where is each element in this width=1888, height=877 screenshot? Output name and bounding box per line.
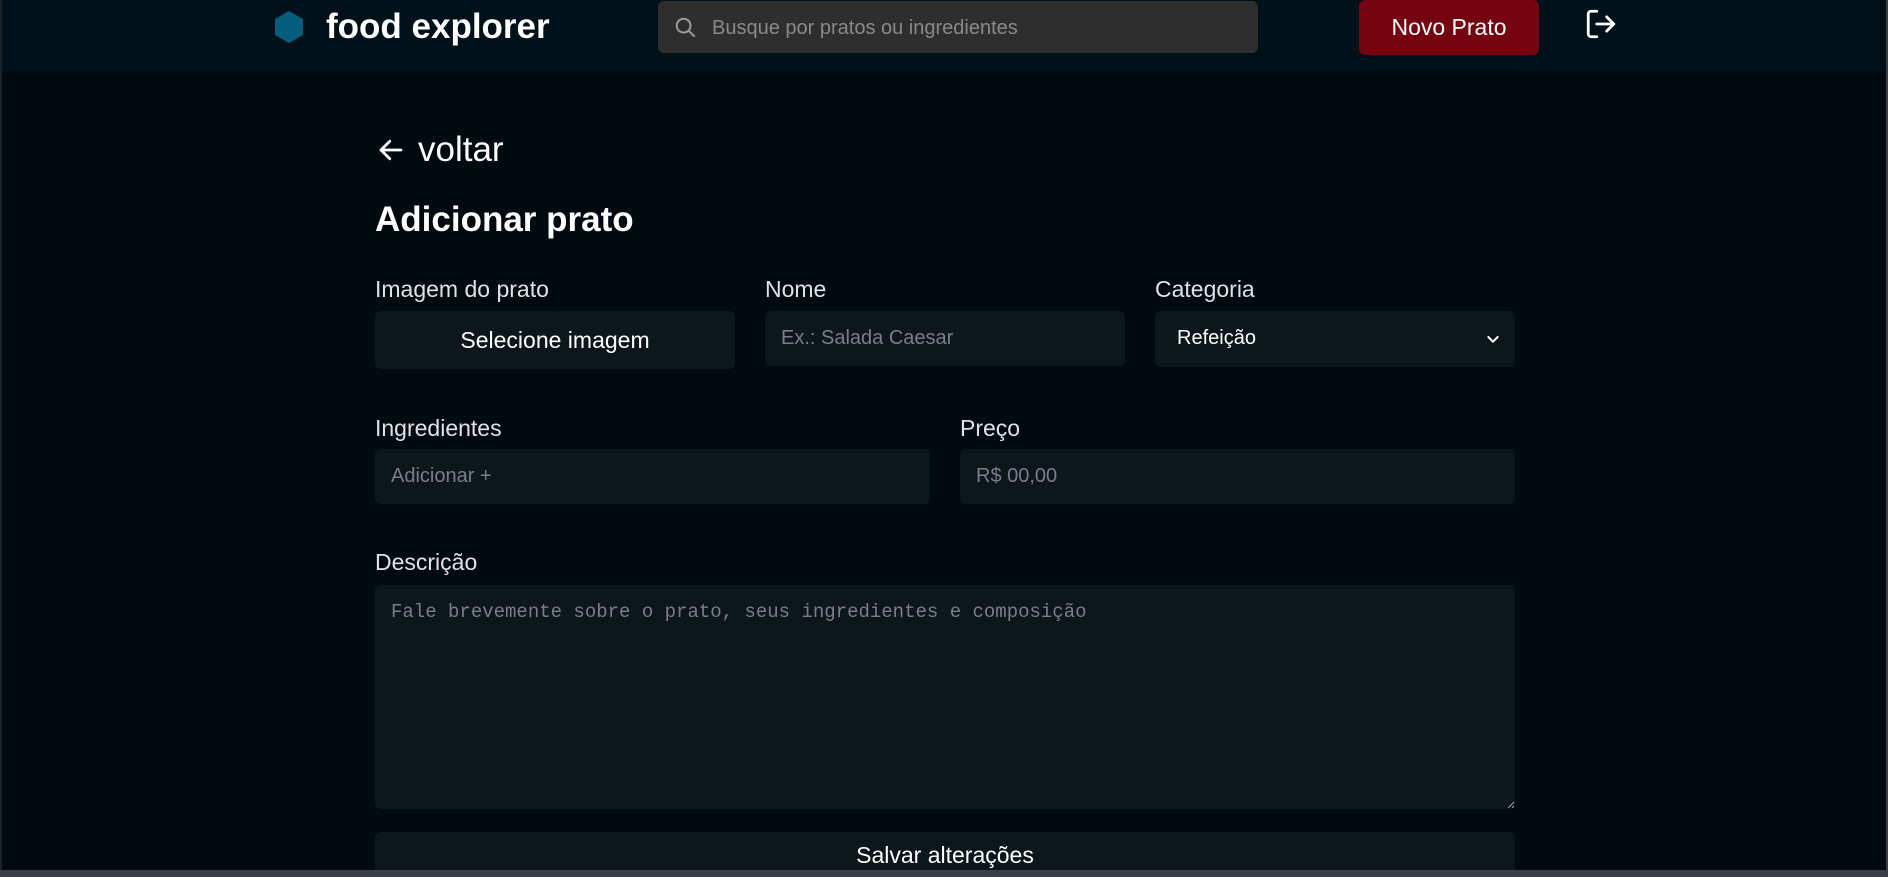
- window-border-left: [0, 0, 2, 877]
- ingredients-label: Ingredientes: [375, 415, 502, 441]
- price-label: Preço: [960, 415, 1021, 441]
- back-label: voltar: [418, 130, 504, 169]
- chevron-down-icon: [1487, 336, 1499, 343]
- description-textarea[interactable]: [375, 585, 1515, 809]
- select-image-button[interactable]: Selecione imagem: [375, 311, 735, 369]
- logo[interactable]: [274, 10, 304, 44]
- back-link[interactable]: voltar: [376, 130, 504, 170]
- logout-button[interactable]: [1584, 7, 1618, 46]
- category-value: Refeição: [1177, 327, 1256, 349]
- new-dish-button[interactable]: Novo Prato: [1359, 0, 1539, 55]
- page-title: Adicionar prato: [375, 200, 634, 239]
- top-header: food explorer Novo Prato: [2, 0, 1886, 71]
- category-label: Categoria: [1155, 276, 1255, 302]
- price-input[interactable]: [960, 449, 1515, 504]
- name-label: Nome: [765, 276, 827, 302]
- hexagon-logo-icon: [275, 11, 303, 43]
- arrow-left-icon: [379, 139, 403, 161]
- search-bar[interactable]: [658, 1, 1258, 55]
- save-changes-button[interactable]: Salvar alterações: [375, 832, 1515, 870]
- search-input[interactable]: [710, 1, 1244, 55]
- window-border-bottom: [0, 870, 1888, 877]
- search-icon: [675, 17, 696, 38]
- category-select[interactable]: Refeição: [1155, 311, 1515, 367]
- sign-out-icon: [1586, 9, 1616, 39]
- image-label: Imagem do prato: [375, 276, 549, 302]
- ingredients-input[interactable]: [375, 449, 930, 504]
- description-label: Descrição: [375, 549, 478, 575]
- name-input[interactable]: [765, 311, 1125, 366]
- logo-text: food explorer: [326, 7, 550, 46]
